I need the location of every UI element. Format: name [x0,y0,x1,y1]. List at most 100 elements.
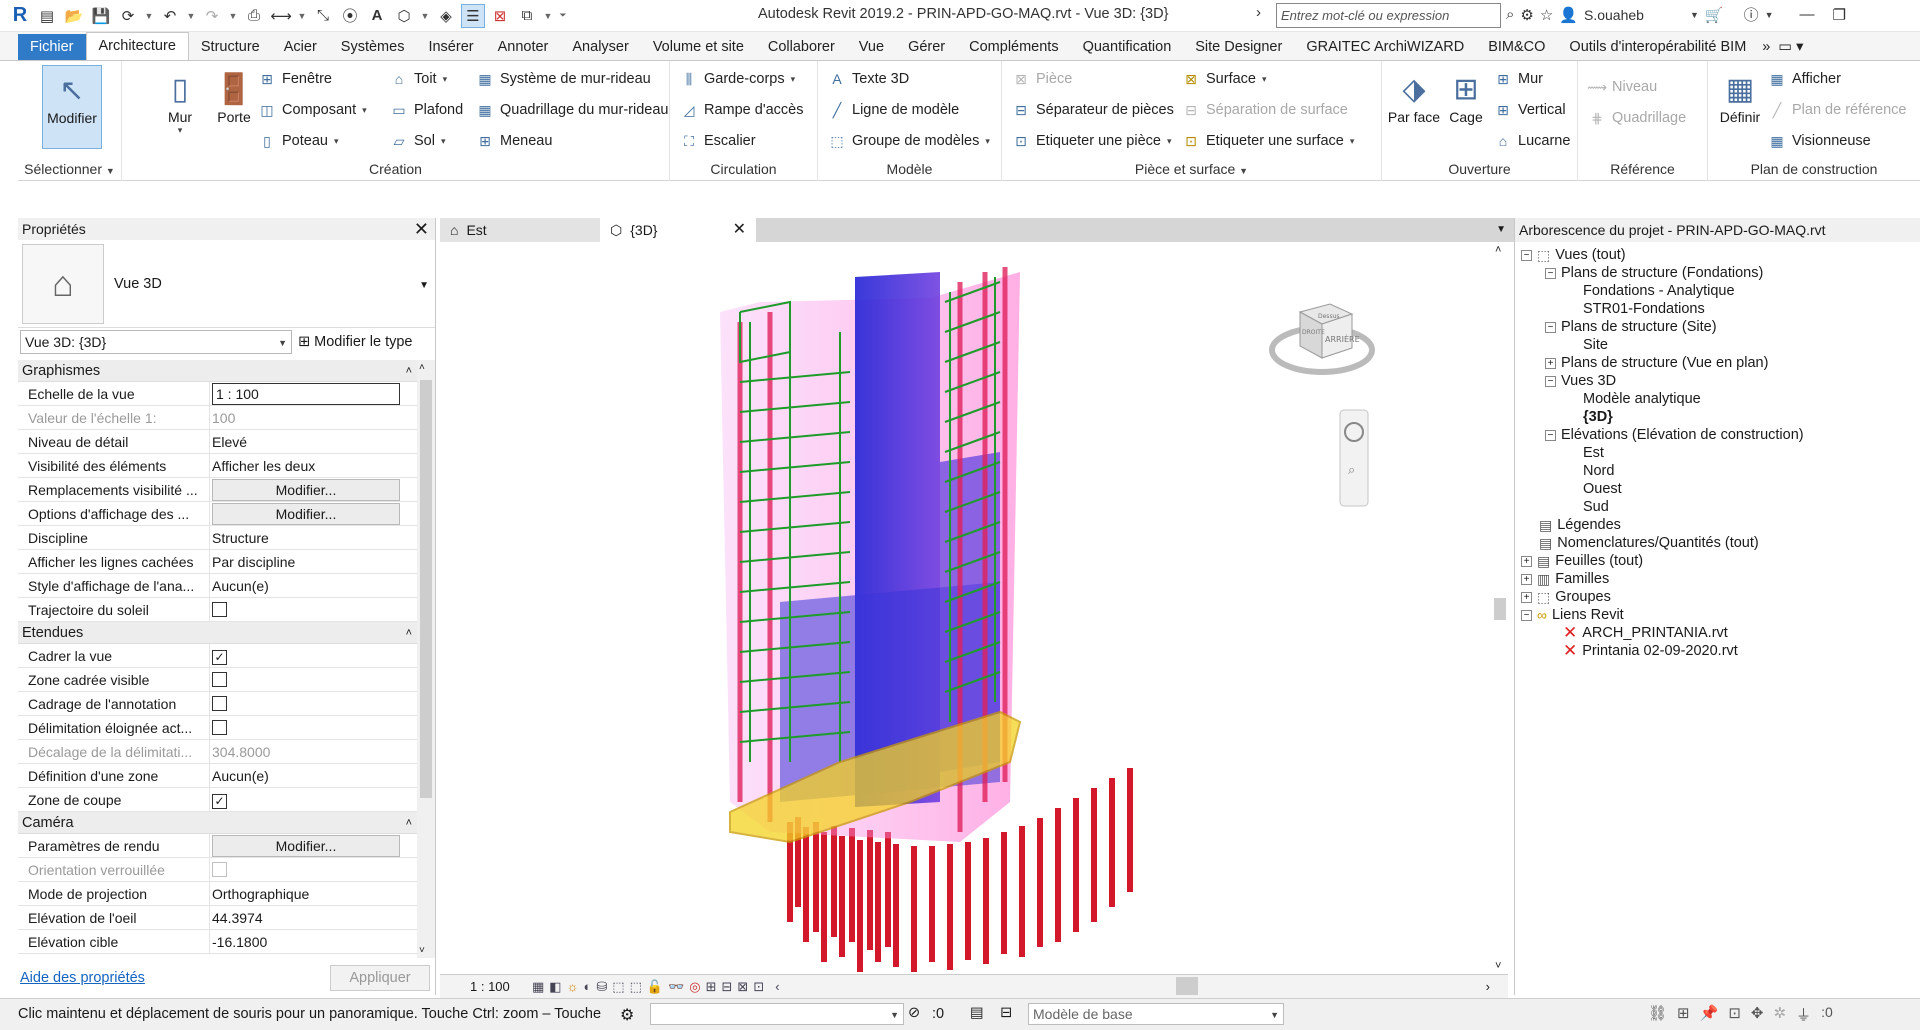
text-icon[interactable]: A [365,4,389,28]
collapse-icon[interactable]: ˄ [406,622,412,644]
room-separator-button[interactable]: ⊟ Séparateur de pièces [1012,98,1174,122]
area-button[interactable]: ⊠ Surface ▾ [1182,67,1266,91]
curtain-system-button[interactable]: ▦ Système de mur-rideau [476,67,650,91]
type-selector[interactable]: ⌂ Vue 3D ▼ [18,240,435,328]
annotation-crop-checkbox[interactable] [212,696,227,711]
tab-insert[interactable]: Insérer [416,34,485,60]
visual-style-icon[interactable]: ◧ [549,979,561,995]
model-text-button[interactable]: A Texte 3D [828,67,909,91]
mullion-button[interactable]: ⊞ Meneau [476,129,552,153]
column-button[interactable]: ▯ Poteau ▾ [258,129,338,153]
user-icon[interactable]: 👤 [1559,6,1578,24]
collapse-icon[interactable]: − [1545,267,1556,279]
ramp-button[interactable]: ◿ Rampe d'accès [680,98,804,122]
help-icon[interactable]: ⓘ [1744,4,1759,25]
render-settings-button[interactable]: Modifier... [212,835,400,857]
dormer-button[interactable]: ⌂ Lucarne [1494,129,1571,153]
viewer-button[interactable]: ▦ Visionneuse [1768,129,1870,153]
collapse-icon[interactable]: ˄ [406,812,412,834]
select-pinned-icon[interactable]: 📌 [1700,1004,1719,1025]
select-dropdown[interactable]: Sélectionner ▼ [18,161,121,177]
wall-opening-button[interactable]: ⊞ Mur [1494,67,1543,91]
switch-windows-icon[interactable]: ⧉ [515,4,539,28]
tab-analyze[interactable]: Analyser [560,34,640,60]
discipline-value[interactable]: Structure [210,526,418,549]
chevron-left-icon[interactable]: ‹ [775,979,779,995]
wall-button[interactable]: ▯ Mur ▾ [152,65,208,149]
dropdown-icon[interactable]: ▼ [185,4,197,28]
favorites-icon[interactable]: ☆ [1540,6,1553,24]
tag-area-button[interactable]: ⊡ Etiqueter une surface ▾ [1182,129,1354,153]
ceiling-button[interactable]: ▭ Plafond [390,98,463,122]
design-option-select[interactable]: Modèle de base ▼ [1028,1003,1284,1025]
expand-icon[interactable]: + [1521,591,1532,603]
crop-view-checkbox[interactable]: ✓ [212,650,227,665]
design-options-icon[interactable]: ▤ [970,1005,984,1021]
drag-elements-icon[interactable]: ✥ [1751,1004,1764,1025]
revit-app-icon[interactable]: R [8,4,32,28]
expand-icon[interactable]: + [1521,555,1532,567]
view-horizontal-scroll-thumb[interactable] [1176,977,1198,995]
set-workplane-button[interactable]: ▦ Définir [1712,65,1768,149]
collapse-icon[interactable]: − [1545,321,1556,333]
section-camera[interactable]: Caméra ˄ [18,812,418,834]
window-button[interactable]: ⊞ Fenêtre [258,67,332,91]
chevron-down-icon[interactable]: ˅ [419,945,425,956]
model-group-button[interactable]: ⬚ Groupe de modèles ▾ [828,129,990,153]
display-options-button[interactable]: Modifier... [212,503,400,525]
tab-annotate[interactable]: Annoter [486,34,561,60]
cart-icon[interactable]: 🛒 [1705,6,1724,24]
tab-architecture[interactable]: Architecture [85,32,189,60]
tab-archiwizard[interactable]: GRAITEC ArchiWIZARD [1294,34,1476,60]
section-extents[interactable]: Etendues ˄ [18,622,418,644]
shadows-icon[interactable]: ◐ [584,979,592,995]
tab-steel[interactable]: Acier [272,34,329,60]
chevron-up-icon[interactable]: ˄ [1495,244,1501,256]
editing-requests-icon[interactable]: ⊘ [908,1005,920,1021]
collapse-icon[interactable]: − [1545,429,1556,441]
worksharing-icon[interactable]: ⚙ [620,1005,634,1025]
collapse-icon[interactable]: ˄ [406,360,412,382]
collapse-icon[interactable]: − [1521,249,1532,261]
section-box-checkbox[interactable]: ✓ [212,794,227,809]
chevron-down-icon[interactable]: ˅ [1495,960,1501,972]
chevron-right-icon[interactable]: › [1256,4,1261,21]
tag-room-button[interactable]: ⊡ Etiqueter une pièce ▾ [1012,129,1171,153]
tab-systems[interactable]: Systèmes [329,34,417,60]
far-clip-checkbox[interactable] [212,720,227,735]
reveal-hidden-icon[interactable]: ◎ [689,979,700,995]
tab-interop[interactable]: Outils d'interopérabilité BIM [1557,34,1758,60]
view-scale[interactable]: 1 : 100 [440,979,514,994]
tag-icon[interactable]: ⦿ [338,4,362,28]
view-vertical-scrollbar[interactable]: ˄ ˅ [1492,242,1508,974]
model-line-button[interactable]: ╱ Ligne de modèle [828,98,959,122]
chevron-up-icon[interactable]: ˄ [419,362,425,373]
restore-icon[interactable]: ❐ [1833,6,1846,24]
room-area-dropdown[interactable]: Pièce et surface ▼ [1002,161,1381,177]
view-scale-input[interactable]: 1 : 100 [212,383,400,405]
tab-view-east[interactable]: ⌂ Est [440,218,600,242]
temp-view-props-icon[interactable]: ⊞ [706,979,717,995]
sync-icon[interactable]: ⟳ [116,4,140,28]
tab-quantification[interactable]: Quantification [1071,34,1184,60]
detail-level-value[interactable]: Elevé [210,430,418,453]
detail-level-icon[interactable]: ▦ [532,979,544,995]
unlock-view-icon[interactable]: 🔓 [647,979,663,995]
properties-scrollbar[interactable]: ˄ ˅ [417,360,435,958]
redo-icon[interactable]: ↷ [200,4,224,28]
user-name[interactable]: S.ouaheb [1584,7,1644,23]
tab-addins[interactable]: Compléments [957,34,1070,60]
view-canvas[interactable]: Dessus ARRIÈRE DROITE ⌕ [440,242,1508,974]
edit-type-button[interactable]: ⊞ Modifier le type [298,334,412,350]
recent-files-icon[interactable]: ▤ [35,4,59,28]
highlight-displacement-icon[interactable]: ⊠ [737,979,748,995]
tab-view[interactable]: Vue [847,34,896,60]
chevron-down-icon[interactable]: ▼ [1690,10,1699,20]
tab-file[interactable]: Fichier [18,34,86,60]
tab-bimco[interactable]: BIM&CO [1476,34,1557,60]
building-3d-model[interactable]: Dessus ARRIÈRE DROITE ⌕ [440,242,1492,974]
tree-item-link-printania[interactable]: ✕ Printania 02-09-2020.rvt [1563,640,1738,662]
search-input[interactable]: Entrez mot-clé ou expression [1276,3,1501,28]
tab-view-3d[interactable]: ⬡ {3D} ✕ [600,218,756,242]
close-hidden-icon[interactable]: ⊠ [488,4,512,28]
